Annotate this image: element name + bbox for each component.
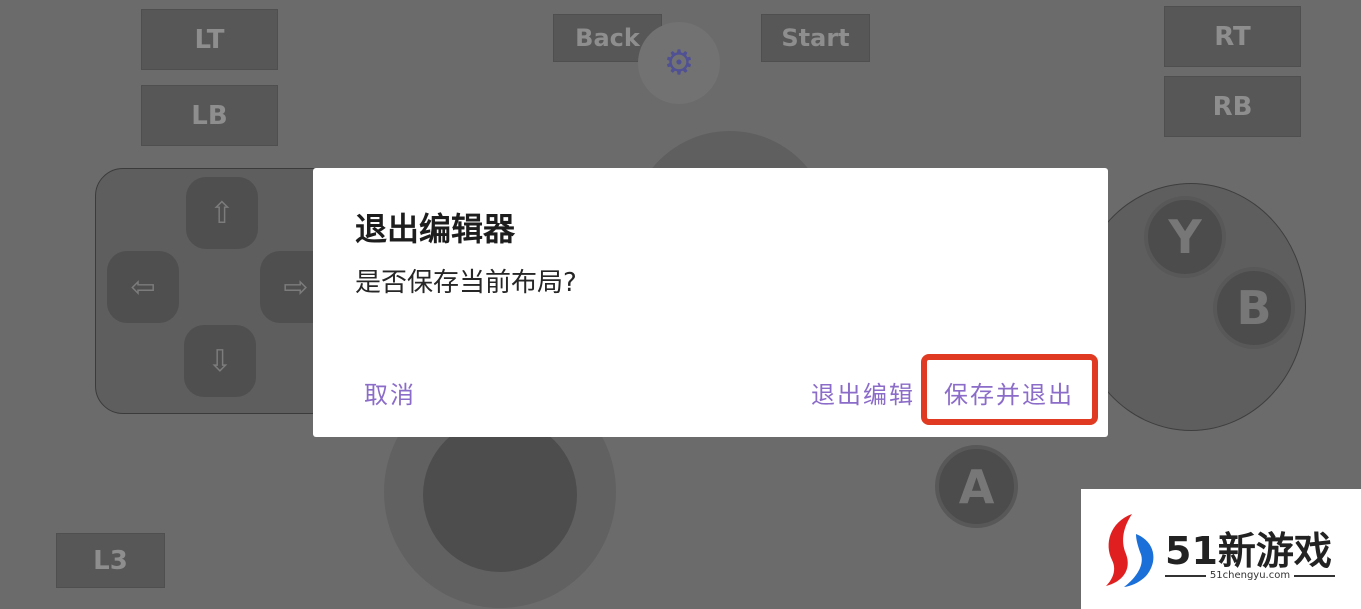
a-button[interactable]: A (935, 445, 1018, 528)
exit-edit-button[interactable]: 退出编辑 (811, 375, 915, 410)
dpad-left-icon[interactable]: ⇦ (107, 251, 179, 323)
watermark-url: 51chengyu.com (1209, 570, 1291, 581)
settings-gear-icon[interactable]: ⚙ (638, 22, 720, 104)
rb-button[interactable]: RB (1164, 76, 1301, 137)
lb-button[interactable]: LB (141, 85, 278, 146)
l3-button[interactable]: L3 (56, 533, 165, 588)
rt-button[interactable]: RT (1164, 6, 1301, 67)
dialog-message: 是否保存当前布局? (355, 268, 577, 298)
dpad-up-icon[interactable]: ⇧ (186, 177, 258, 249)
dialog-title: 退出编辑器 (355, 210, 516, 248)
watermark-logo-icon (1106, 514, 1154, 587)
watermark-brand: 51新游戏 (1165, 529, 1332, 573)
b-button[interactable]: B (1213, 267, 1295, 349)
watermark-url-row: 51chengyu.com (1165, 570, 1336, 581)
dpad-down-icon[interactable]: ⇩ (184, 325, 256, 397)
start-button[interactable]: Start (761, 14, 870, 62)
left-joystick-knob[interactable] (423, 418, 577, 572)
save-and-exit-highlight (921, 354, 1098, 425)
lt-button[interactable]: LT (141, 9, 278, 70)
cancel-button[interactable]: 取消 (364, 375, 416, 410)
y-button[interactable]: Y (1144, 196, 1226, 278)
